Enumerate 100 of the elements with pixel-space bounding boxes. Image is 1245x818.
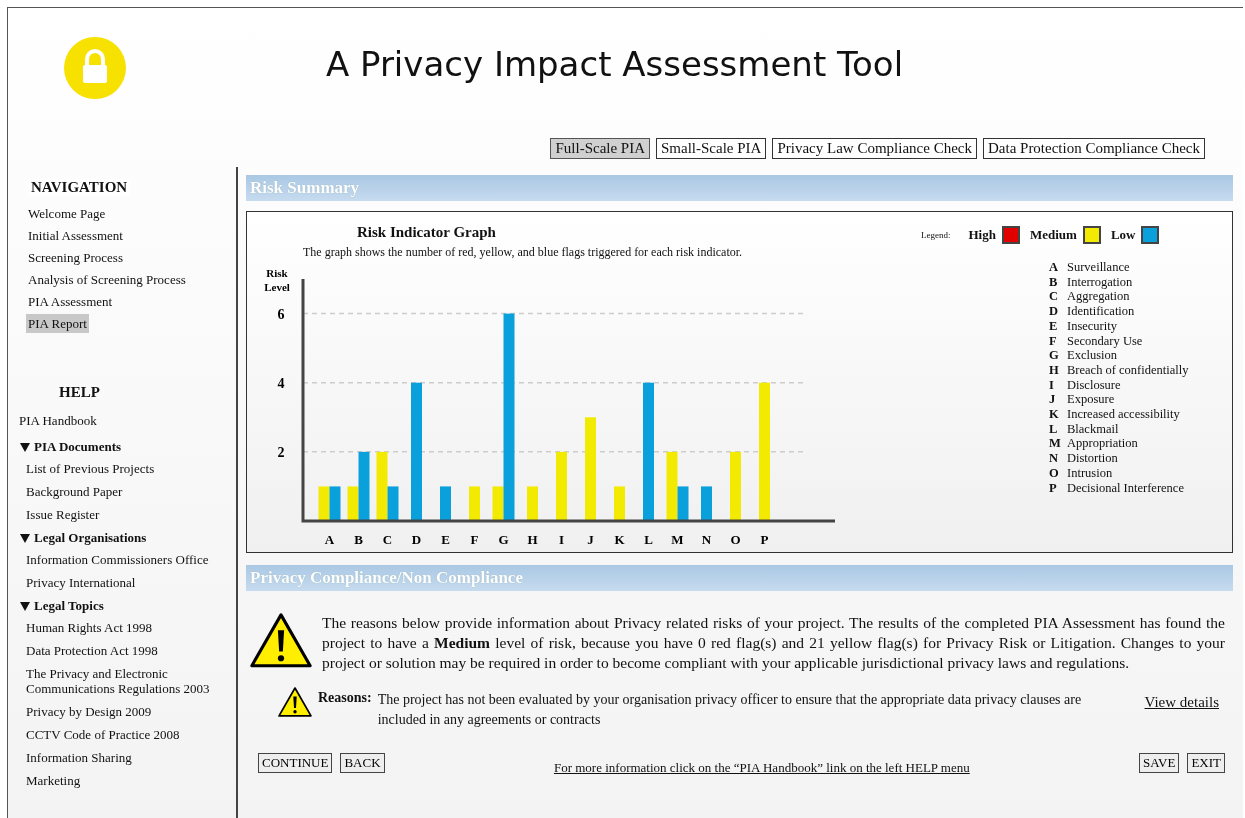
axis-label: H: [527, 532, 538, 547]
key-letter: P: [1049, 480, 1058, 496]
nav-item[interactable]: Screening Process: [26, 248, 125, 267]
action-button[interactable]: SAVE: [1139, 753, 1180, 773]
key-letter: H: [1049, 362, 1060, 378]
help-link[interactable]: Issue Register: [26, 507, 100, 522]
expand-triangle-icon[interactable]: [20, 601, 30, 611]
axis-label: D: [411, 532, 422, 547]
axis-label: M: [671, 532, 684, 547]
help-link[interactable]: Information Commissioners Office: [26, 552, 209, 567]
key-label: Increased accessibility: [1067, 407, 1181, 422]
section-header: Privacy Compliance/Non Compliance: [246, 565, 1233, 591]
key-letter: A: [1049, 260, 1060, 275]
axis-label: C: [382, 532, 393, 547]
bar: [469, 486, 480, 521]
action-button[interactable]: BACK: [340, 753, 385, 773]
nav-item[interactable]: PIA Assessment: [26, 292, 115, 311]
tab[interactable]: Small-Scale PIA: [656, 138, 767, 159]
section-header: Risk Summary: [246, 175, 1233, 201]
nav-item[interactable]: Initial Assessment: [26, 226, 125, 245]
nav-item[interactable]: Analysis of Screening Process: [26, 270, 188, 289]
key-label: Surveillance: [1067, 260, 1131, 275]
axis-label: F: [470, 532, 479, 547]
axis-label: I: [558, 532, 565, 547]
axis-label: G: [498, 532, 509, 547]
warning-icon: [278, 687, 312, 717]
key-label: Exclusion: [1067, 348, 1118, 363]
key-letter: E: [1049, 318, 1059, 334]
expand-triangle-icon[interactable]: [20, 533, 30, 543]
axis-label: L: [644, 532, 653, 547]
help-link[interactable]: Data Protection Act 1998: [26, 643, 158, 658]
key-label: Insecurity: [1067, 318, 1118, 334]
axis-label: O: [730, 532, 741, 547]
key-label: Secondary Use: [1067, 333, 1144, 349]
key-label: Intrusion: [1067, 465, 1114, 481]
axis-label: 6: [277, 306, 285, 322]
group-label: Legal Organisations: [34, 530, 147, 546]
legend-label: High: [968, 227, 996, 243]
reason-text: The project has not been evaluated by your organisation privacy officer to ensure that the appropriate data privacy clauses are included in any agreements or contracts: [377, 691, 1083, 729]
section-heading: HELP: [59, 384, 100, 401]
key-letter: J: [1049, 392, 1057, 408]
key-letter: D: [1049, 304, 1060, 319]
key-label: Distortion: [1067, 451, 1119, 466]
legend-label: Medium: [1029, 227, 1077, 243]
key-letter: K: [1049, 407, 1060, 422]
bar: [329, 486, 341, 521]
key-letter: N: [1049, 451, 1060, 466]
axis-label: E: [441, 532, 450, 547]
bar: [440, 486, 451, 521]
message-text: The reasons below provide information about Privacy related risks of your project. The results of the completed PIA Assessment has found the project to have a Medium level of risk, because you have 0 red flag(s) and 21 yellow flag(s) for Privacy Risk or Litigation. Changes to your project or solution may be required in order to become compliant with your applicable jurisdictional privacy laws and regulations.: [322, 613, 1225, 673]
padlock-icon: [64, 37, 126, 99]
action-button[interactable]: EXIT: [1187, 753, 1225, 773]
nav-item[interactable]: Welcome Page: [26, 204, 108, 223]
help-link[interactable]: PIA Handbook: [19, 413, 97, 429]
key-letter: L: [1049, 421, 1059, 437]
legend-label: Low: [1110, 227, 1136, 243]
bar: [730, 451, 741, 521]
tab[interactable]: Full-Scale PIA: [550, 138, 651, 159]
bar: [614, 486, 625, 521]
key-letter: B: [1049, 274, 1059, 290]
axis-label: N: [701, 532, 712, 547]
key-label: Disclosure: [1067, 377, 1122, 393]
key-label: Appropriation: [1067, 436, 1139, 452]
help-info-link[interactable]: For more information click on the “PIA Handbook” link on the left HELP menu: [553, 760, 970, 776]
app-title: A Privacy Impact Assessment Tool: [324, 44, 905, 84]
expand-triangle-icon[interactable]: [20, 442, 30, 452]
help-link[interactable]: List of Previous Projects: [26, 461, 155, 476]
help-link[interactable]: Information Sharing: [26, 750, 132, 765]
key-letter: M: [1049, 436, 1062, 452]
chart-subtitle: The graph shows the number of red, yellow, and blue flags triggered for each risk indicator.: [303, 245, 744, 260]
bar: [556, 451, 567, 521]
key-label: Breach of confidentially: [1067, 362, 1190, 378]
axis-title: Risk Level: [264, 267, 290, 293]
nav-item[interactable]: PIA Report: [26, 314, 89, 333]
details-link[interactable]: View details: [1144, 694, 1219, 711]
key-letter: F: [1049, 333, 1058, 349]
bar: [701, 486, 712, 521]
reasons-label: Reasons:: [318, 690, 372, 706]
group-label: Legal Topics: [34, 598, 104, 614]
chart-title: Risk Indicator Graph: [357, 224, 497, 241]
key-letter: G: [1049, 348, 1060, 363]
help-link[interactable]: CCTV Code of Practice 2008: [26, 727, 180, 742]
bar: [527, 486, 538, 521]
tab[interactable]: Data Protection Compliance Check: [982, 138, 1205, 159]
action-button[interactable]: CONTINUE: [258, 753, 333, 773]
tab[interactable]: Privacy Law Compliance Check: [772, 138, 977, 159]
group-label: PIA Documents: [34, 439, 122, 455]
key-letter: O: [1049, 465, 1060, 481]
help-link[interactable]: Human Rights Act 1998: [26, 620, 153, 635]
warning-icon: [250, 613, 312, 668]
axis-label: 2: [277, 444, 285, 460]
help-link[interactable]: Privacy International: [26, 575, 136, 590]
axis-label: A: [324, 532, 335, 547]
help-link[interactable]: Privacy by Design 2009: [26, 704, 152, 719]
help-link[interactable]: The Privacy and Electronic Communications Regulations 2003: [26, 666, 236, 696]
key-label: Exposure: [1067, 392, 1116, 408]
axis-label: 4: [277, 375, 285, 391]
help-link[interactable]: Background Paper: [26, 484, 123, 499]
help-link[interactable]: Marketing: [26, 773, 81, 788]
bar: [318, 486, 330, 521]
